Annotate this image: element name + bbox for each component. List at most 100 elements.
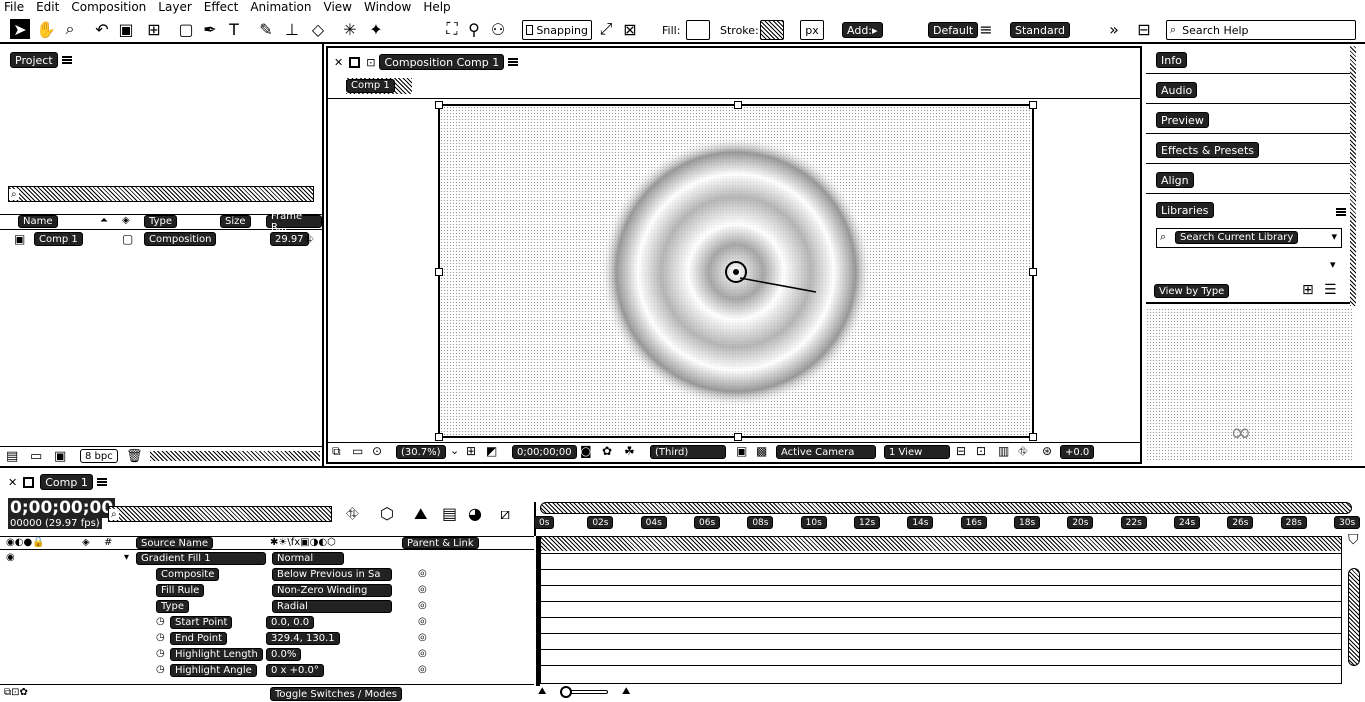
menu-animation[interactable]: Animation [250,0,311,14]
mask-visibility-icon[interactable]: ◩ [486,444,497,458]
grid-view-icon[interactable]: ⊞ [1302,282,1314,298]
bounding-handle[interactable] [435,268,443,276]
bounding-handle[interactable] [1029,101,1037,109]
av-features-icon[interactable]: ◉◐●🔒 [6,537,45,548]
search-help-field[interactable]: ⌕ Search Help [1166,20,1356,40]
bounding-handle[interactable] [435,101,443,109]
view-axis-icon[interactable]: ⚇ [488,19,508,39]
timeline-timecode[interactable]: 0;00;00;00 [8,498,116,518]
col-frame-rate[interactable]: Frame R... [266,211,322,233]
bounding-handle[interactable] [1029,268,1037,276]
libraries-search-input[interactable]: ⌕ Search Current Library ▾ [1156,228,1342,248]
preview-panel[interactable]: Preview [1146,106,1354,134]
list-view-icon[interactable]: ☰ [1324,282,1337,298]
roto-brush-tool-icon[interactable]: ✳ [340,19,360,39]
menu-edit[interactable]: Edit [36,0,59,14]
bounding-handle[interactable] [734,101,742,109]
chevron-down-icon[interactable]: ⌄ [450,444,459,457]
property-row[interactable]: ◷ Start Point 0.0, 0.0 ◎ [0,616,534,630]
vr-icon[interactable]: ⊙ [372,444,382,458]
region-of-interest-icon[interactable]: ▣ [736,444,747,458]
pickwhip-icon[interactable]: ◎ [418,664,427,675]
zoom-in-icon[interactable]: ⛰ [622,686,630,697]
lock-icon[interactable] [349,56,361,68]
menu-help[interactable]: Help [423,0,450,14]
puppet-tool-icon[interactable]: ✦ [366,19,386,39]
property-row[interactable]: ◷ End Point 329.4, 130.1 ◎ [0,632,534,646]
new-folder-icon[interactable]: ▭ [30,449,42,464]
label-icon[interactable]: ◈ [82,537,90,548]
workspace-standard[interactable]: Standard [1010,22,1071,38]
clone-stamp-tool-icon[interactable]: ⊥ [282,19,302,39]
snap-extend-icon[interactable]: ⊠ [620,19,640,39]
new-composition-icon[interactable]: ▣ [54,449,66,464]
camera-dropdown[interactable]: Active Camera [776,445,876,459]
chevron-down-icon[interactable]: ▾ [1330,258,1336,271]
col-type[interactable]: Type [144,215,177,228]
property-row[interactable]: ◷ Highlight Angle 0 x +0.0° ◎ [0,664,534,678]
snapping-toggle[interactable]: Snapping [522,20,592,40]
highlight-length-value[interactable]: 0.0% [266,648,302,661]
stopwatch-icon[interactable]: ◷ [156,632,165,643]
menu-window[interactable]: Window [364,0,411,14]
comp-marker-icon[interactable]: ⛉ [1348,532,1359,548]
local-axis-icon[interactable]: ⛶ [442,19,462,39]
property-row[interactable]: Type Radial ◎ [0,600,534,614]
workspace-default[interactable]: Default [928,22,979,38]
exposure-value[interactable]: +0.0 [1060,445,1095,459]
monitor-icon[interactable]: ▭ [352,444,363,458]
pen-tool-icon[interactable]: ✒ [200,19,220,39]
zoom-tool-icon[interactable]: ⌕ [60,19,80,39]
close-icon[interactable]: ✕ [8,476,17,489]
menu-layer[interactable]: Layer [158,0,191,14]
draft-3d-icon[interactable]: ⬡ [380,504,394,523]
rotate-tool-icon[interactable]: ↶ [92,19,112,39]
more-workspaces-icon[interactable]: » [1104,19,1124,39]
stopwatch-icon[interactable]: ◷ [156,664,165,675]
shy-layers-icon[interactable]: ⛰ [414,504,427,524]
start-point-value[interactable]: 0.0, 0.0 [266,616,315,629]
highlight-angle-value[interactable]: 0 x +0.0° [266,664,324,677]
panel-menu-icon[interactable] [61,56,72,64]
zoom-handle[interactable] [560,686,572,698]
libraries-title[interactable]: Libraries [1156,202,1214,218]
end-point-value[interactable]: 329.4, 130.1 [266,632,340,645]
views-dropdown[interactable]: 1 View [884,445,950,459]
pickwhip-icon[interactable]: ◎ [418,584,427,595]
property-row[interactable]: Composite Below Previous in Sa ◎ [0,568,534,582]
resolution-dropdown[interactable]: (Third) [650,445,726,459]
bounding-handle[interactable] [1029,433,1037,441]
bounding-handle[interactable] [435,433,443,441]
work-area-bar[interactable] [540,502,1352,514]
layer-number-icon[interactable]: # [104,537,112,548]
flowchart-icon[interactable]: ⛗ [1018,444,1028,459]
align-panel[interactable]: Align [1146,166,1354,194]
blend-mode-dropdown[interactable]: Normal [272,552,344,565]
stroke-width-unit[interactable]: px [800,20,824,40]
layer-row[interactable]: ◉ ▾ Gradient Fill 1 Normal [0,552,534,566]
timeline-scrollbar[interactable] [1348,568,1360,666]
fill-rule-dropdown[interactable]: Non-Zero Winding [272,584,392,597]
camera-tool-icon[interactable]: ▣ [116,19,136,39]
label-icon[interactable]: ◈ [122,215,130,226]
pickwhip-icon[interactable]: ◎ [418,616,427,627]
chevron-down-icon[interactable]: ▾ [1331,230,1337,243]
col-parent-link[interactable]: Parent & Link [402,537,479,549]
pickwhip-icon[interactable]: ◎ [418,648,427,659]
color-channel-icon[interactable]: ☘ [624,444,635,458]
current-time[interactable]: 0;00;00;00 [512,445,577,459]
composition-mini-flowchart-icon[interactable]: ⛗ [346,504,359,524]
project-scrollbar[interactable] [150,451,320,461]
add-button[interactable]: Add: ▸ [842,22,883,38]
show-snapshot-icon[interactable]: ✿ [602,444,612,458]
graph-editor-icon[interactable]: ⧄ [500,504,510,524]
frame-blending-icon[interactable]: ▤ [442,504,457,523]
motion-blur-icon[interactable]: ◕ [468,504,482,523]
sort-icon[interactable]: ⏶ [100,215,108,226]
project-search-input[interactable]: ⌕ [8,186,314,202]
layer-switches-icons[interactable]: ⧉⊡✿ [4,687,28,698]
stopwatch-icon[interactable]: ◷ [156,616,165,627]
project-tab[interactable]: Project [10,52,72,68]
col-name[interactable]: Name [18,215,58,228]
panel-menu-icon[interactable] [508,58,519,66]
